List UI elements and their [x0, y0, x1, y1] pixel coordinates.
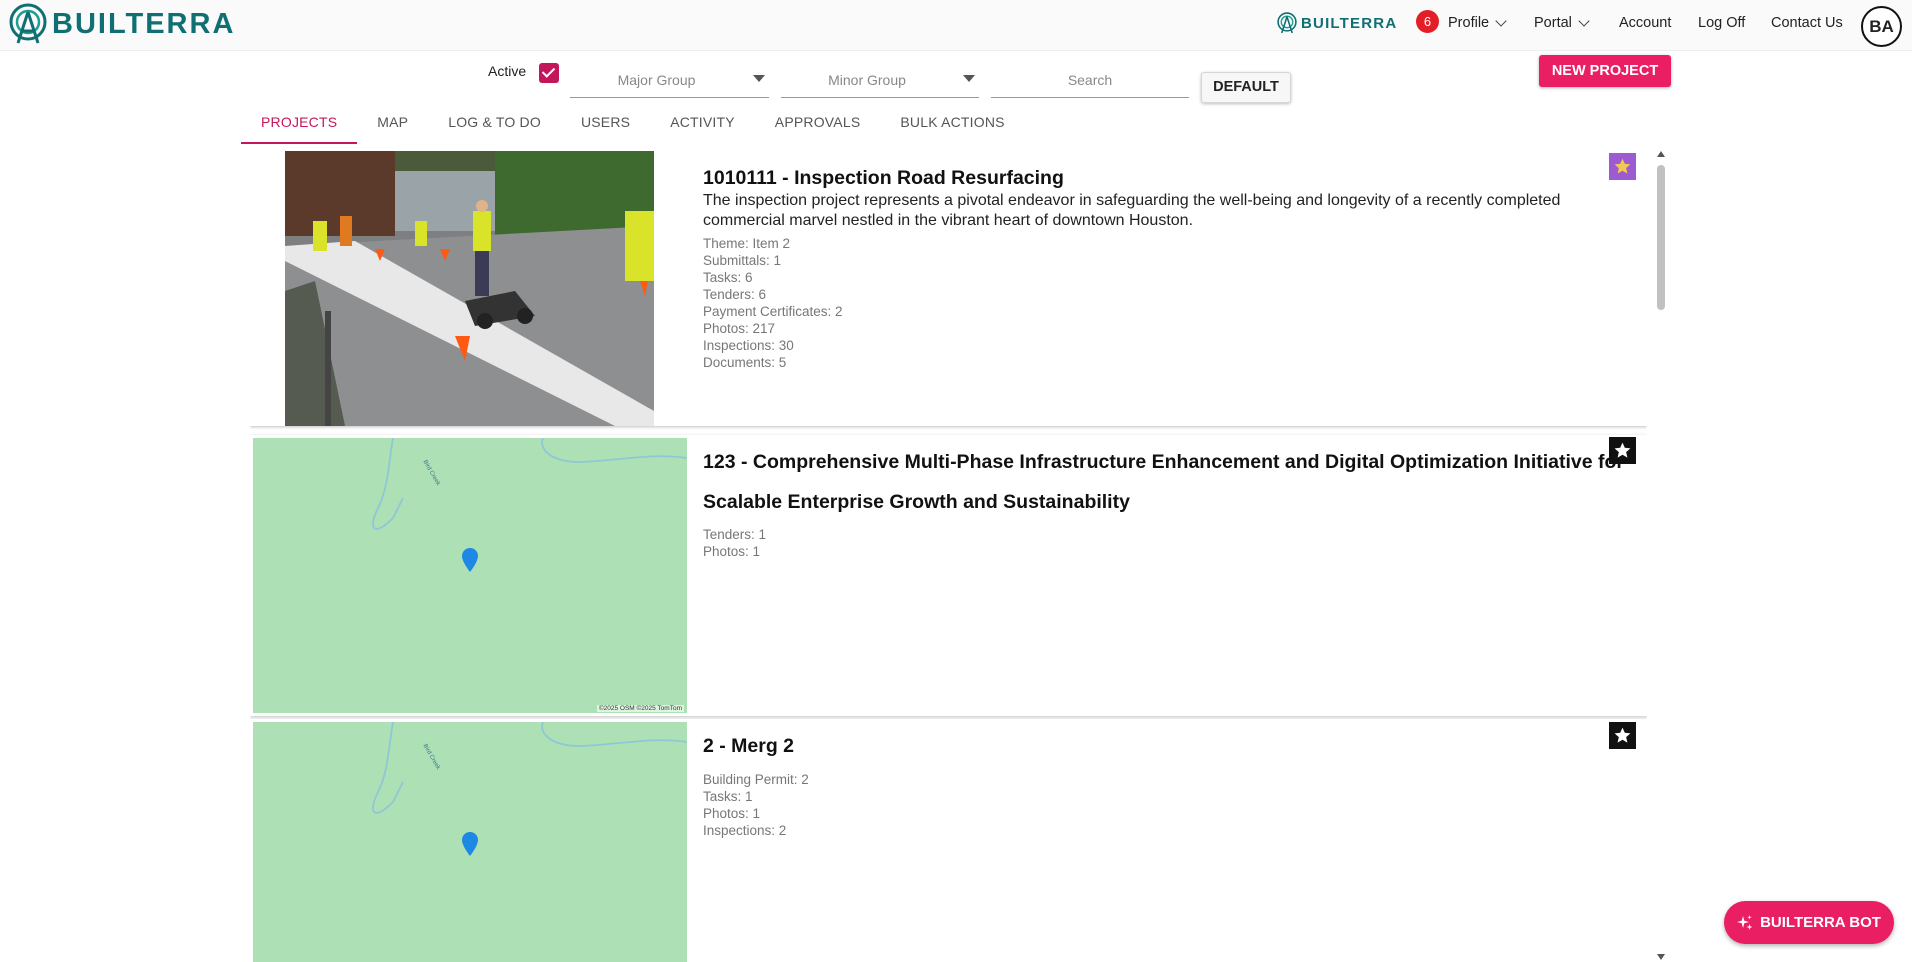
top-bar: BUILTERRA BUILTERRA 6 Profile Portal Acc… [0, 0, 1912, 51]
favorite-toggle[interactable] [1609, 153, 1636, 180]
brand-name: BUILTERRA [52, 7, 236, 40]
nav-profile[interactable]: Profile [1448, 0, 1507, 46]
project-description: The inspection project represents a pivo… [703, 192, 1561, 229]
favorite-toggle[interactable] [1609, 437, 1636, 464]
tab-map[interactable]: MAP [357, 108, 428, 144]
stat-documents: Documents: 5 [703, 355, 787, 370]
tab-approvals[interactable]: APPROVALS [755, 108, 881, 144]
stat-inspections: Inspections: 30 [703, 338, 794, 353]
project-map-thumbnail[interactable]: Bird Creek [253, 722, 687, 962]
major-group-placeholder: Major Group [617, 72, 696, 88]
road-work-photo-icon [285, 151, 654, 426]
stat-submittals: Submittals: 1 [703, 253, 782, 268]
major-group-select[interactable]: Major Group [570, 62, 769, 98]
map-pin-icon [462, 832, 478, 856]
project-photo[interactable] [285, 151, 654, 426]
active-checkbox[interactable] [539, 63, 559, 83]
stat-theme: Theme: Item 2 [703, 236, 791, 251]
stat-tenders: Tenders: 6 [703, 287, 767, 302]
dropdown-caret-icon [963, 75, 975, 82]
nav-account[interactable]: Account [1619, 0, 1671, 46]
star-icon [1614, 727, 1631, 743]
star-icon [1614, 158, 1631, 174]
brand-name-small: BUILTERRA [1301, 14, 1398, 32]
minor-group-select[interactable]: Minor Group [781, 62, 979, 98]
nav-portal-label: Portal [1534, 15, 1572, 31]
project-stats: Theme: Item 2 Submittals: 1 Tasks: 6 Ten… [703, 235, 843, 371]
sparkle-icon [1737, 914, 1753, 930]
brand-logo-small: BUILTERRA [1276, 12, 1397, 34]
project-list: 1010111 - Inspection Road Resurfacing Th… [250, 151, 1647, 962]
tab-activity[interactable]: ACTIVITY [650, 108, 755, 144]
scroll-thumb[interactable] [1657, 165, 1665, 310]
active-filter-label: Active [488, 63, 527, 79]
stat-photos: Photos: 1 [703, 544, 761, 559]
notification-badge[interactable]: 6 [1416, 10, 1439, 33]
nav-profile-label: Profile [1448, 15, 1490, 31]
project-title[interactable]: 123 - Comprehensive Multi-Phase Infrastr… [703, 442, 1647, 522]
tab-log-todo[interactable]: LOG & TO DO [428, 108, 561, 144]
dropdown-caret-icon [753, 75, 765, 82]
project-title[interactable]: 2 - Merg 2 [703, 726, 1647, 766]
scroll-down-arrow-icon[interactable] [1657, 954, 1665, 960]
tab-projects[interactable]: PROJECTS [241, 108, 358, 144]
scroll-up-arrow-icon[interactable] [1657, 151, 1665, 157]
brand-logo[interactable]: BUILTERRA [8, 3, 235, 45]
tab-users[interactable]: USERS [561, 108, 650, 144]
project-card[interactable]: Bird Creek ©2025 OSM ©2025 TomTom 123 - … [250, 435, 1647, 716]
project-card[interactable]: 1010111 - Inspection Road Resurfacing Th… [250, 151, 1647, 426]
new-project-button[interactable]: NEW PROJECT [1539, 55, 1671, 87]
default-button[interactable]: DEFAULT [1201, 72, 1291, 103]
tab-bulk-actions[interactable]: BULK ACTIONS [880, 108, 1024, 144]
star-icon [1614, 442, 1631, 458]
stat-photos: Photos: 1 [703, 806, 761, 821]
stat-building-permit: Building Permit: 2 [703, 772, 809, 787]
project-stats: Building Permit: 2 Tasks: 1 Photos: 1 In… [703, 771, 809, 839]
map-attribution: ©2025 OSM ©2025 TomTom [596, 705, 684, 712]
builterra-logo-icon [9, 3, 47, 44]
stat-tasks: Tasks: 6 [703, 270, 753, 285]
nav-portal[interactable]: Portal [1534, 0, 1590, 46]
builterra-bot-label: BUILTERRA BOT [1760, 914, 1881, 931]
list-scrollbar[interactable] [1656, 151, 1666, 962]
stat-inspections: Inspections: 2 [703, 823, 787, 838]
map-pin-icon [462, 548, 478, 572]
project-stats: Tenders: 1 Photos: 1 [703, 526, 766, 560]
map-tile-icon [372, 438, 687, 530]
nav-contact-us[interactable]: Contact Us [1771, 0, 1843, 46]
stat-payment-certificates: Payment Certificates: 2 [703, 304, 843, 319]
stat-photos: Photos: 217 [703, 321, 776, 336]
search-input[interactable] [991, 62, 1189, 98]
project-card[interactable]: Bird Creek 2 - Merg 2 Building Permit: 2… [250, 719, 1647, 962]
builterra-small-logo-icon [1277, 12, 1297, 34]
chevron-down-icon [1578, 15, 1590, 27]
user-avatar[interactable]: BA [1861, 6, 1902, 47]
main-tabs: PROJECTS MAP LOG & TO DO USERS ACTIVITY … [241, 108, 1025, 144]
stat-tasks: Tasks: 1 [703, 789, 753, 804]
stat-tenders: Tenders: 1 [703, 527, 767, 542]
favorite-toggle[interactable] [1609, 722, 1636, 749]
minor-group-placeholder: Minor Group [828, 72, 906, 88]
builterra-bot-button[interactable]: BUILTERRA BOT [1724, 901, 1894, 944]
project-map-thumbnail[interactable]: Bird Creek ©2025 OSM ©2025 TomTom [253, 438, 687, 713]
nav-logoff[interactable]: Log Off [1698, 0, 1745, 46]
chevron-down-icon [1495, 15, 1507, 27]
